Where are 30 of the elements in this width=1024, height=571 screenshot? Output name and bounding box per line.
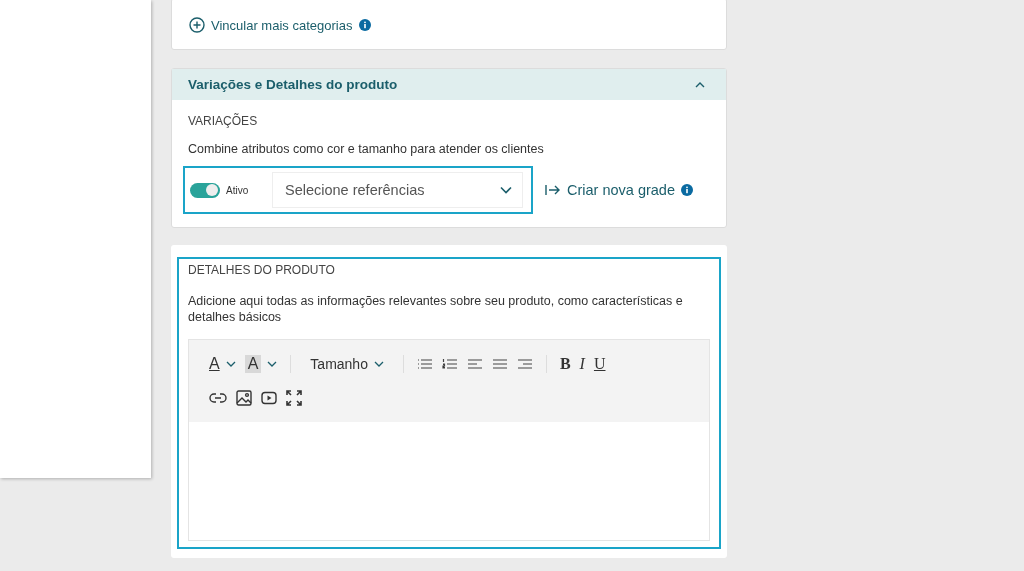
references-select[interactable]: Selecione referências bbox=[272, 172, 523, 208]
section-title: Variações e Detalhes do produto bbox=[188, 77, 398, 92]
link-icon[interactable] bbox=[209, 392, 227, 404]
italic-button[interactable]: I bbox=[579, 355, 585, 373]
chevron-down-icon bbox=[500, 186, 512, 194]
caret-icon bbox=[225, 361, 236, 367]
details-heading: DETALHES DO PRODUTO bbox=[188, 263, 336, 277]
fullscreen-icon[interactable] bbox=[286, 390, 302, 406]
section-header[interactable]: Variações e Detalhes do produto bbox=[172, 69, 726, 100]
rich-text-editor[interactable]: A A Tamanho B I U bbox=[188, 339, 710, 541]
font-color-button[interactable]: A bbox=[209, 355, 236, 373]
video-icon[interactable] bbox=[261, 391, 277, 405]
image-icon[interactable] bbox=[236, 390, 252, 406]
underline-button[interactable]: U bbox=[593, 355, 606, 373]
variations-heading: VARIAÇÕES bbox=[188, 114, 259, 128]
link-categories-link[interactable]: Vincular mais categorias bbox=[189, 17, 353, 33]
font-size-dropdown[interactable]: Tamanho bbox=[310, 356, 384, 372]
details-description: Adicione aqui todas as informações relevantes sobre seu produto, como características e detalhes básicos bbox=[188, 293, 684, 325]
info-icon[interactable] bbox=[359, 19, 372, 31]
caret-icon bbox=[267, 361, 278, 367]
bold-button[interactable]: B bbox=[559, 355, 571, 373]
caret-icon bbox=[373, 361, 384, 367]
plus-circle-icon bbox=[189, 17, 205, 33]
toggle-switch[interactable] bbox=[190, 182, 220, 198]
numbered-list-icon[interactable] bbox=[441, 358, 458, 370]
info-icon[interactable] bbox=[681, 184, 693, 196]
toggle-label: Ativo bbox=[226, 184, 250, 196]
variations-description: Combine atributos como cor e tamanho para atender os clientes bbox=[188, 142, 545, 156]
arrow-right-bar-icon bbox=[545, 184, 561, 196]
create-grid-link[interactable]: Criar nova grade bbox=[545, 182, 675, 198]
